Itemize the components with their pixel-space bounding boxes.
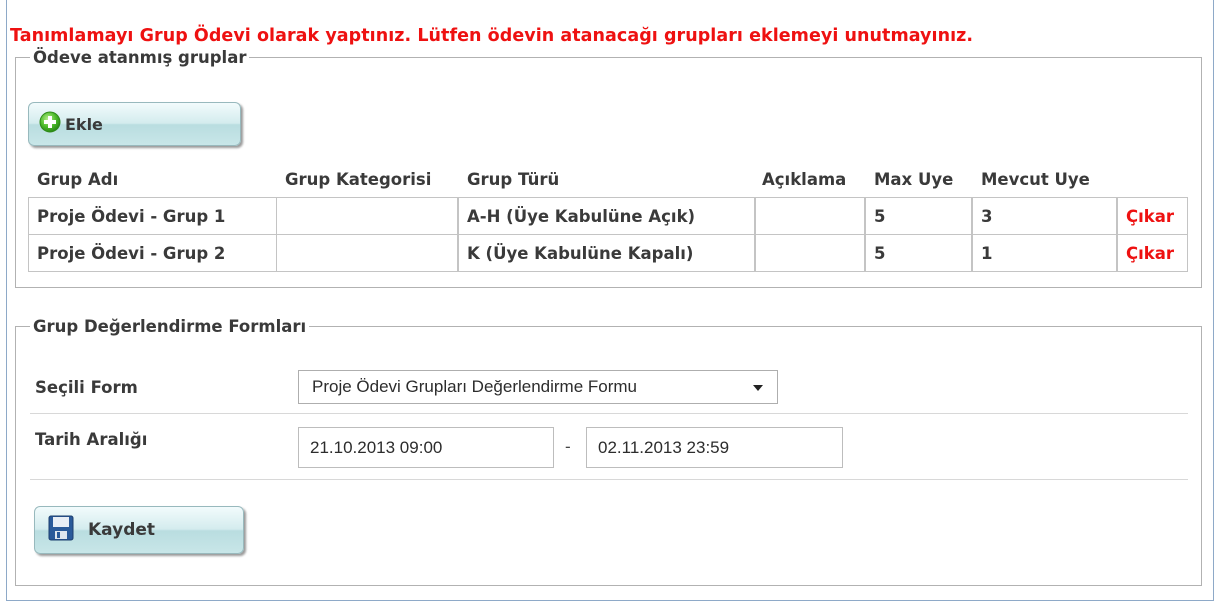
date-range-separator: - — [565, 437, 571, 456]
max-members-cell: 5 — [865, 234, 972, 272]
save-label: Kaydet — [88, 520, 156, 540]
save-button[interactable]: Kaydet — [34, 506, 244, 554]
column-header-group-type: Grup Türü — [467, 169, 560, 189]
date-range-label: Tarih Aralığı — [35, 430, 148, 449]
assigned-groups-legend: Ödeve atanmış gruplar — [33, 48, 247, 67]
description-cell — [755, 197, 865, 235]
group-category-cell — [276, 197, 458, 235]
warning-message: Tanımlamayı Grup Ödevi olarak yaptınız. … — [10, 26, 974, 46]
date-end-input[interactable]: 02.11.2013 23:59 — [586, 427, 843, 468]
table-row: Proje Ödevi - Grup 1 A-H (Üye Kabulüne A… — [28, 197, 1189, 235]
row-divider — [30, 479, 1188, 480]
current-members-cell: 1 — [972, 234, 1117, 272]
row-divider — [30, 413, 1188, 414]
plus-circle-icon — [39, 111, 61, 137]
selected-form-label: Seçili Form — [35, 378, 138, 397]
table-row: Proje Ödevi - Grup 2 K (Üye Kabulüne Kap… — [28, 234, 1189, 272]
column-header-group-category: Grup Kategorisi — [285, 169, 432, 189]
group-type-cell: A-H (Üye Kabulüne Açık) — [458, 197, 755, 235]
remove-group-link[interactable]: Çıkar — [1126, 207, 1174, 226]
group-category-cell — [276, 234, 458, 272]
floppy-disk-icon — [48, 515, 74, 546]
date-start-input[interactable]: 21.10.2013 09:00 — [298, 427, 554, 468]
column-header-description: Açıklama — [762, 169, 847, 189]
current-members-cell: 3 — [972, 197, 1117, 235]
column-header-max-members: Max Uye — [874, 169, 954, 189]
column-header-group-name: Grup Adı — [37, 169, 119, 189]
evaluation-forms-panel: Grup Değerlendirme Formları Seçili Form … — [15, 317, 1202, 586]
max-members-cell: 5 — [865, 197, 972, 235]
group-type-cell: K (Üye Kabulüne Kapalı) — [458, 234, 755, 272]
chevron-down-icon — [753, 385, 763, 391]
add-group-button[interactable]: Ekle — [28, 102, 241, 146]
evaluation-forms-legend: Grup Değerlendirme Formları — [33, 317, 307, 336]
add-group-label: Ekle — [65, 114, 103, 134]
group-name-cell: Proje Ödevi - Grup 1 — [28, 197, 277, 235]
date-start-value: 21.10.2013 09:00 — [310, 437, 443, 457]
group-name-cell: Proje Ödevi - Grup 2 — [28, 234, 277, 272]
assigned-groups-panel: Ödeve atanmış gruplar Ekle Grup Adı Grup… — [15, 48, 1202, 288]
remove-group-link[interactable]: Çıkar — [1126, 244, 1174, 263]
date-end-value: 02.11.2013 23:59 — [598, 437, 730, 457]
groups-table-header: Grup Adı Grup Kategorisi Grup Türü Açıkl… — [29, 162, 1189, 196]
selected-form-select[interactable]: Proje Ödevi Grupları Değerlendirme Formu — [298, 370, 778, 404]
selected-form-value: Proje Ödevi Grupları Değerlendirme Formu — [312, 377, 638, 396]
description-cell — [755, 234, 865, 272]
column-header-current-members: Mevcut Uye — [981, 169, 1090, 189]
